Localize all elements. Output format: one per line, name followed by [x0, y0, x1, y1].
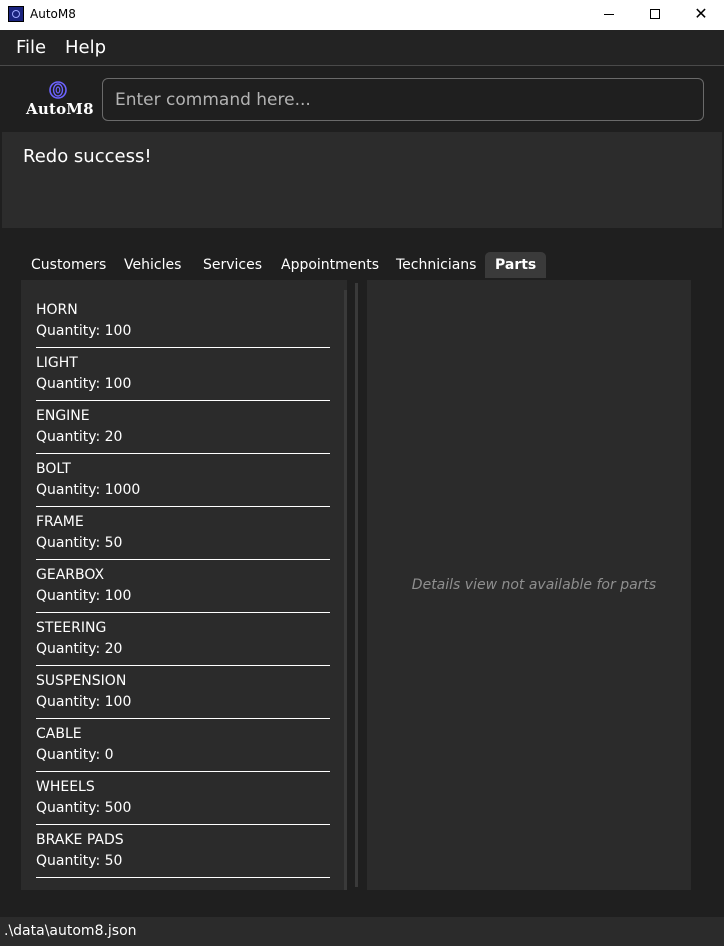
list-item[interactable]: HORN Quantity: 100 — [36, 295, 330, 348]
tab-customers[interactable]: Customers — [21, 252, 116, 278]
result-message: Redo success! — [23, 146, 152, 167]
app-icon — [8, 6, 24, 22]
list-item[interactable]: STEERING Quantity: 20 — [36, 613, 330, 666]
parts-list: HORN Quantity: 100 LIGHT Quantity: 100 E… — [21, 280, 347, 890]
part-quantity: Quantity: 100 — [36, 376, 132, 392]
part-name: LIGHT — [36, 355, 78, 371]
close-icon: ✕ — [694, 4, 708, 23]
list-item[interactable]: GEARBOX Quantity: 100 — [36, 560, 330, 613]
part-name: FRAME — [36, 514, 84, 530]
part-name: GEARBOX — [36, 567, 105, 583]
list-item[interactable]: BOLT Quantity: 1000 — [36, 454, 330, 507]
part-quantity: Quantity: 20 — [36, 641, 123, 657]
command-area: AutoM8 — [0, 66, 724, 132]
list-item[interactable]: WHEELS Quantity: 500 — [36, 772, 330, 825]
part-name: SUSPENSION — [36, 673, 127, 689]
part-quantity: Quantity: 0 — [36, 747, 114, 763]
command-input[interactable] — [102, 78, 704, 121]
close-button[interactable]: ✕ — [678, 0, 724, 30]
menu-help[interactable]: Help — [65, 37, 106, 58]
result-display: Redo success! — [2, 132, 722, 228]
list-item[interactable]: CABLE Quantity: 0 — [36, 719, 330, 772]
list-item[interactable]: ENGINE Quantity: 20 — [36, 401, 330, 454]
status-bar: .\data\autom8.json — [0, 917, 724, 946]
details-placeholder: Details view not available for parts — [411, 577, 657, 593]
part-quantity: Quantity: 50 — [36, 535, 123, 551]
title-bar: AutoM8 ✕ — [0, 0, 724, 30]
minimize-icon — [604, 14, 614, 15]
logo-text: AutoM8 — [26, 100, 94, 118]
part-name: ENGINE — [36, 408, 90, 424]
details-panel: Details view not available for parts — [367, 280, 691, 890]
tab-services[interactable]: Services — [193, 252, 272, 278]
list-scrollbar[interactable] — [344, 290, 347, 890]
tab-technicians[interactable]: Technicians — [386, 252, 486, 278]
app-logo: AutoM8 — [24, 80, 94, 120]
part-name: BRAKE PADS — [36, 832, 124, 848]
part-quantity: Quantity: 100 — [36, 588, 132, 604]
part-quantity: Quantity: 100 — [36, 694, 132, 710]
part-quantity: Quantity: 1000 — [36, 482, 141, 498]
part-name: CABLE — [36, 726, 82, 742]
part-quantity: Quantity: 50 — [36, 853, 123, 869]
part-name: STEERING — [36, 620, 107, 636]
list-item[interactable]: FRAME Quantity: 50 — [36, 507, 330, 560]
maximize-button[interactable] — [632, 0, 678, 30]
menu-bar: File Help — [0, 30, 724, 66]
part-quantity: Quantity: 500 — [36, 800, 132, 816]
part-quantity: Quantity: 100 — [36, 323, 132, 339]
tab-vehicles[interactable]: Vehicles — [114, 252, 191, 278]
data-file-path: .\data\autom8.json — [4, 923, 137, 939]
menu-file[interactable]: File — [16, 37, 46, 58]
split-pane-divider[interactable] — [355, 283, 358, 887]
wheel-icon — [49, 81, 67, 99]
part-name: HORN — [36, 302, 78, 318]
minimize-button[interactable] — [586, 0, 632, 30]
list-item[interactable]: LIGHT Quantity: 100 — [36, 348, 330, 401]
window-title: AutoM8 — [30, 7, 76, 21]
part-name: BOLT — [36, 461, 71, 477]
list-item[interactable]: BRAKE PADS Quantity: 50 — [36, 825, 330, 878]
tab-appointments[interactable]: Appointments — [271, 252, 389, 278]
maximize-icon — [650, 9, 660, 19]
list-item[interactable]: SUSPENSION Quantity: 100 — [36, 666, 330, 719]
part-quantity: Quantity: 20 — [36, 429, 123, 445]
part-name: WHEELS — [36, 779, 95, 795]
tab-parts[interactable]: Parts — [485, 252, 547, 278]
